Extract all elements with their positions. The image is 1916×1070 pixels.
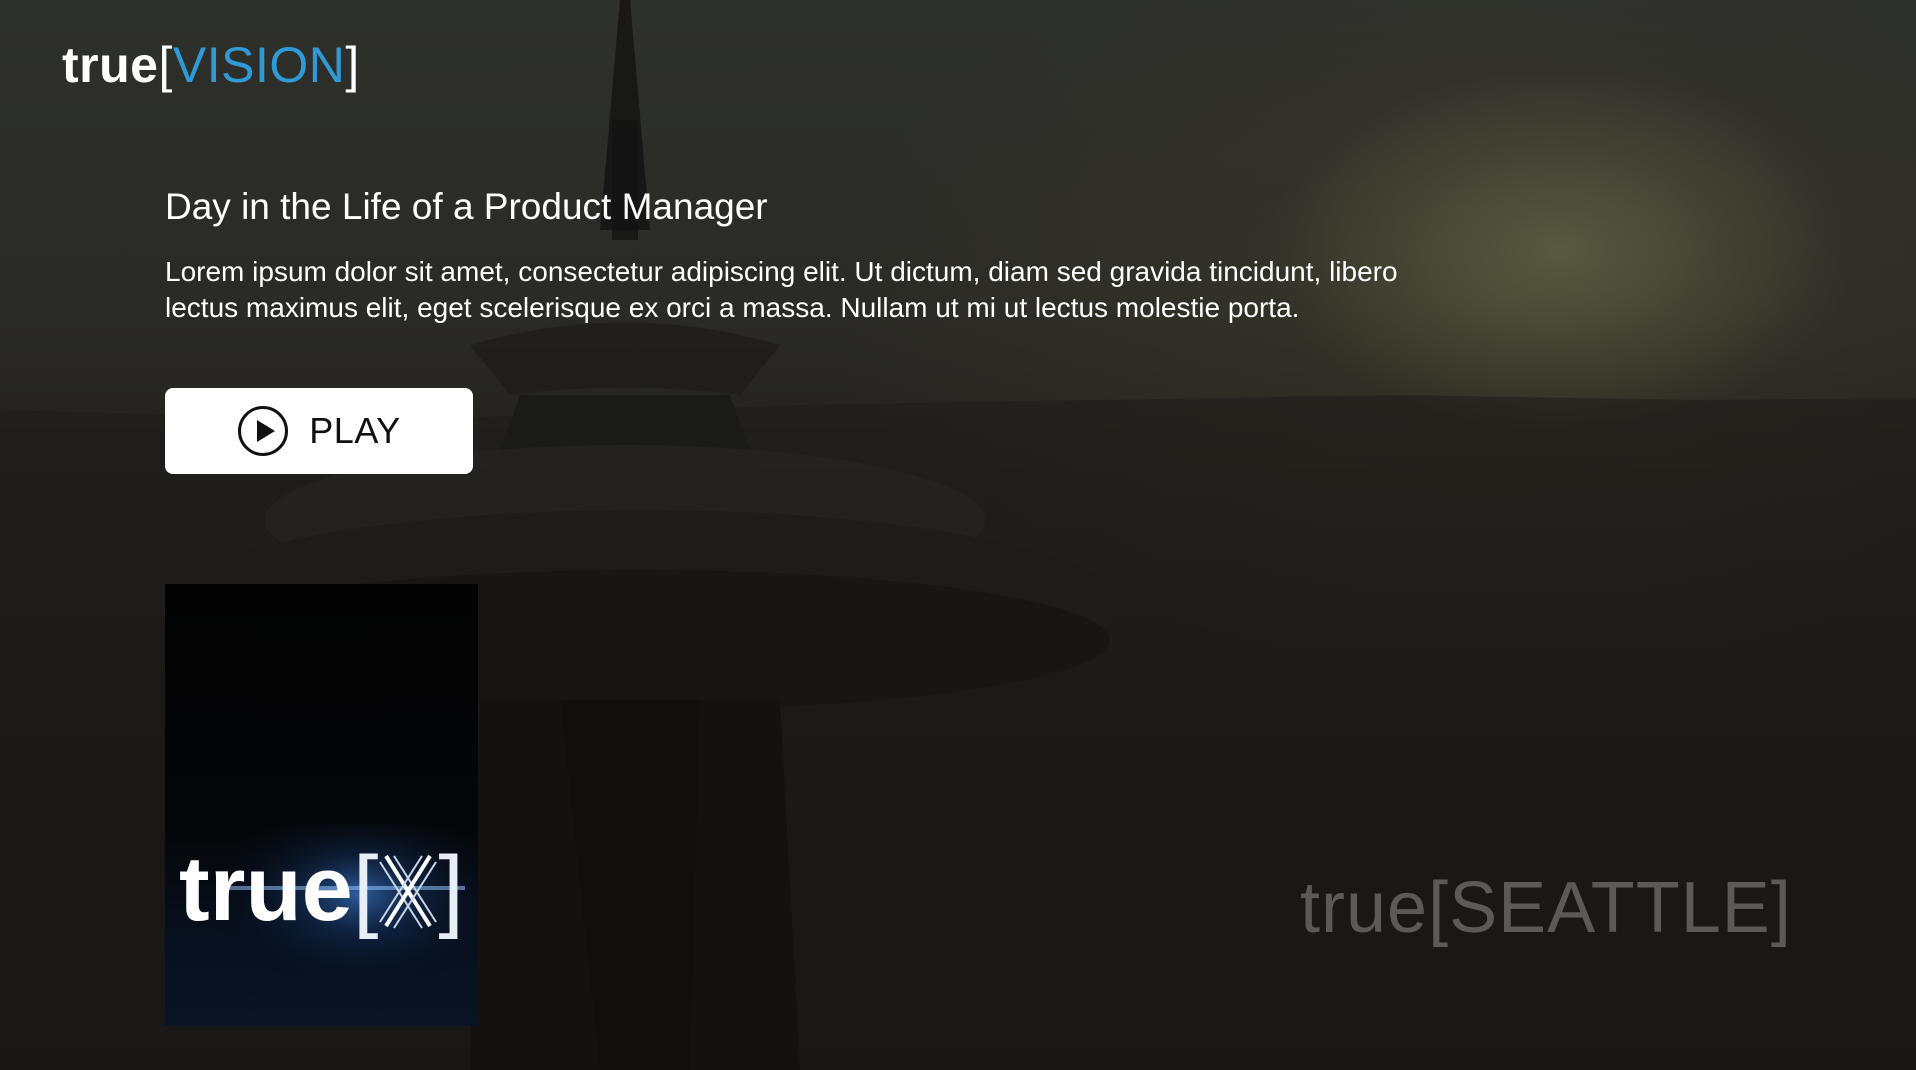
poster-logo-word: true [179, 838, 353, 940]
truex-poster-tile[interactable]: true[ ] [165, 584, 478, 1026]
truex-logo: true[ ] [179, 834, 464, 944]
play-button-label: PLAY [309, 410, 401, 451]
trueseattle-watermark: true[SEATTLE] [1300, 868, 1792, 948]
play-button[interactable]: PLAY [165, 388, 473, 474]
poster-bracket-open: [ [352, 838, 379, 940]
play-circle-icon [238, 406, 289, 456]
logo-accent: VISION [172, 37, 346, 93]
x-mark-icon [379, 854, 438, 929]
logo-word: true [62, 37, 159, 93]
video-title: Day in the Life of a Product Manager [165, 186, 768, 227]
video-description: Lorem ipsum dolor sit amet, consectetur … [165, 256, 1398, 323]
hero-screen: true[VISION] Day in the Life of a Produc… [0, 0, 1916, 1070]
truevision-logo: true[VISION] [62, 36, 360, 94]
logo-bracket-open: [ [158, 37, 173, 93]
logo-bracket-close: ] [345, 37, 360, 93]
poster-bracket-close: ] [438, 838, 464, 940]
